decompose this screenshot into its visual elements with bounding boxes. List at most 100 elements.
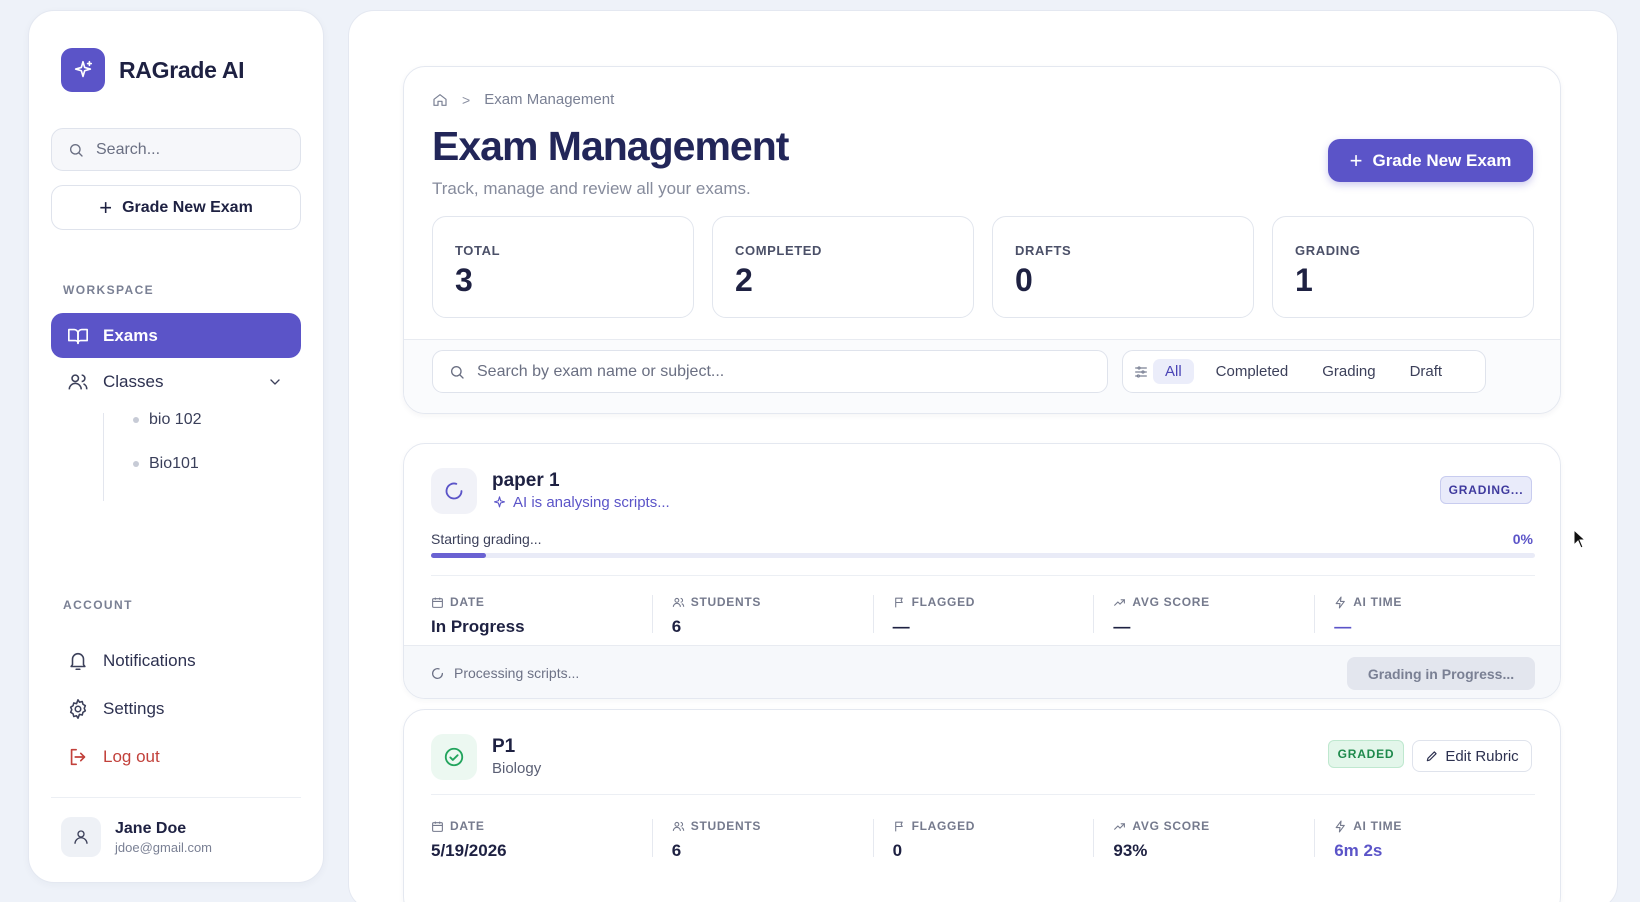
stat-card-completed: COMPLETED 2 — [712, 216, 974, 318]
metric-label: AI TIME — [1353, 819, 1403, 833]
metric-label: FLAGGED — [911, 595, 976, 609]
sidebar-class-item[interactable]: bio 102 — [133, 411, 202, 429]
metric-label: DATE — [450, 819, 485, 833]
user-email: jdoe@gmail.com — [115, 839, 213, 855]
exam-card[interactable]: P1 Biology GRADED Edit Rubric DATE 5/19/… — [403, 709, 1561, 902]
users-icon — [672, 821, 684, 831]
calendar-icon — [432, 597, 443, 608]
search-icon — [70, 143, 83, 157]
metric-value: 6 — [671, 841, 682, 860]
lightning-icon — [1335, 820, 1346, 832]
sparkle-icon — [493, 496, 506, 508]
stat-card-drafts: DRAFTS 0 — [992, 216, 1254, 318]
filter-tab-all[interactable]: All — [1153, 359, 1194, 384]
users-icon — [68, 374, 88, 390]
exam-search-input[interactable] — [477, 362, 1077, 381]
metric-avg-score: AVG SCORE — — [1093, 595, 1314, 637]
sidebar-item-notifications[interactable]: Notifications — [51, 639, 301, 683]
page-title: Exam Management — [432, 123, 789, 169]
exam-subtitle-text: AI is analysing scripts... — [513, 494, 670, 511]
filter-tab-completed[interactable]: Completed — [1204, 359, 1301, 384]
loading-spinner-icon — [431, 667, 444, 679]
brand[interactable]: RAGrade AI — [61, 48, 245, 92]
grading-in-progress-button[interactable]: Grading in Progress... — [1347, 657, 1535, 690]
mouse-cursor-icon — [1573, 529, 1587, 549]
chevron-down-icon[interactable] — [267, 374, 283, 390]
metric-date: DATE In Progress — [431, 595, 652, 637]
home-icon[interactable] — [432, 92, 448, 108]
sidebar-search[interactable] — [51, 128, 301, 171]
metric-students: STUDENTS 6 — [651, 595, 873, 637]
sliders-icon — [1135, 365, 1147, 378]
stat-card-total: TOTAL 3 — [432, 216, 694, 318]
bullet-dot — [133, 417, 139, 423]
stat-label: TOTAL — [455, 243, 501, 258]
user-name: Jane Doe — [115, 819, 187, 837]
sidebar-item-label: Exams — [103, 325, 158, 345]
sidebar-item-label: Log out — [103, 747, 160, 766]
status-badge: GRADED — [1328, 740, 1404, 768]
exam-subtitle: AI is analysing scripts... — [492, 494, 670, 511]
progress-bar-fill — [431, 553, 487, 558]
exam-subtitle-text: Biology — [492, 760, 542, 777]
sidebar-grade-new-exam-button[interactable]: + Grade New Exam — [51, 185, 301, 230]
stat-value: 3 — [455, 262, 473, 298]
metric-value: 6m 2s — [1334, 841, 1383, 860]
flag-icon — [894, 821, 903, 831]
sidebar-item-label: Settings — [103, 699, 165, 718]
bell-icon — [70, 652, 86, 671]
search-icon — [451, 365, 464, 379]
filter-tab-draft[interactable]: Draft — [1398, 359, 1455, 384]
sidebar-item-label: Notifications — [103, 651, 196, 670]
stat-value: 0 — [1015, 262, 1033, 298]
sidebar-item-logout[interactable]: Log out — [51, 735, 301, 779]
metric-ai-time: AI TIME 6m 2s — [1314, 819, 1535, 861]
bullet-dot — [133, 461, 139, 467]
breadcrumb-current[interactable]: Exam Management — [484, 91, 614, 108]
breadcrumb: > Exam Management — [432, 91, 614, 108]
sidebar-item-settings[interactable]: Settings — [51, 687, 301, 731]
edit-rubric-label: Edit Rubric — [1445, 747, 1519, 765]
stat-label: GRADING — [1295, 243, 1361, 258]
check-circle-icon — [431, 734, 477, 780]
sparkle-logo-icon — [61, 48, 105, 92]
metric-label: FLAGGED — [911, 819, 976, 833]
status-badge: GRADING... — [1440, 476, 1532, 504]
metric-label: STUDENTS — [690, 819, 762, 833]
grade-new-exam-button[interactable]: + Grade New Exam — [1328, 139, 1533, 182]
exam-title[interactable]: paper 1 — [492, 470, 560, 492]
user-profile[interactable]: Jane Doe jdoe@gmail.com — [61, 817, 212, 857]
sidebar-search-input[interactable] — [96, 140, 286, 159]
metric-flagged: FLAGGED — — [872, 595, 1094, 637]
exam-card[interactable]: paper 1 AI is analysing scripts... GRADI… — [403, 443, 1561, 699]
exam-title[interactable]: P1 — [492, 736, 515, 758]
chevron-right-icon: > — [462, 91, 471, 108]
grade-new-exam-label: Grade New Exam — [1372, 150, 1512, 170]
sidebar-class-label: bio 102 — [149, 411, 202, 428]
metric-value: 0 — [892, 841, 903, 860]
plus-icon: + — [99, 194, 113, 220]
stat-label: COMPLETED — [735, 243, 823, 258]
metric-label: AVG SCORE — [1132, 595, 1210, 609]
trending-up-icon — [1114, 598, 1126, 606]
metric-date: DATE 5/19/2026 — [431, 819, 652, 861]
exam-metrics: DATE In Progress STUDENTS 6 FLAGGED — AV… — [431, 595, 1535, 637]
users-icon — [672, 597, 684, 607]
processing-status-text: Processing scripts... — [454, 665, 580, 681]
filter-bar: All Completed Grading Draft — [404, 339, 1560, 413]
progress-bar — [431, 553, 1535, 558]
metric-value: 5/19/2026 — [431, 841, 507, 860]
sidebar: RAGrade AI + Grade New Exam WORKSPACE Ex… — [28, 10, 324, 883]
edit-rubric-button[interactable]: Edit Rubric — [1412, 740, 1532, 772]
sidebar-grade-new-exam-label: Grade New Exam — [122, 198, 253, 216]
exam-search[interactable] — [432, 350, 1108, 393]
sidebar-class-item[interactable]: Bio101 — [133, 455, 199, 473]
metric-students: STUDENTS 6 — [651, 819, 873, 861]
sidebar-item-exams[interactable]: Exams — [51, 313, 301, 358]
trending-up-icon — [1114, 822, 1126, 830]
sidebar-item-classes[interactable]: Classes — [51, 360, 301, 404]
metric-label: AVG SCORE — [1132, 819, 1210, 833]
filter-tab-grading[interactable]: Grading — [1310, 359, 1387, 384]
metric-value: — — [892, 617, 910, 636]
main-content: > Exam Management Exam Management Track,… — [348, 10, 1618, 902]
